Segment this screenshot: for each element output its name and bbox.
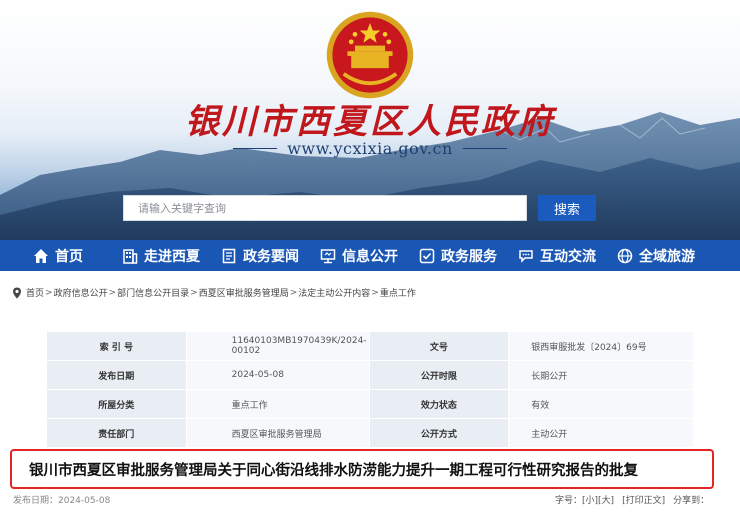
table-row: 索 引 号 11640103MB1970439K/2024-00102 文号 银… <box>46 331 694 361</box>
validity-status-value: 有效 <box>508 389 694 419</box>
location-pin-icon <box>13 287 21 298</box>
article-publish-date: 发布日期：2024-05-08 <box>13 496 111 506</box>
disclosure-method-label: 公开方式 <box>368 418 510 448</box>
breadcrumb-category[interactable]: 法定主动公开内容 <box>298 286 370 299</box>
validity-status-label: 效力状态 <box>368 389 510 419</box>
disclosure-method-value: 主动公开 <box>508 418 694 448</box>
font-size-label: 字号： <box>555 496 583 506</box>
document-info-table: 索 引 号 11640103MB1970439K/2024-00102 文号 银… <box>46 331 694 448</box>
breadcrumb-separator: > <box>108 287 117 298</box>
chat-icon <box>519 249 533 263</box>
building-icon <box>123 248 138 264</box>
breadcrumb-current[interactable]: 重点工作 <box>380 286 416 299</box>
responsible-dept-label: 责任部门 <box>46 418 187 448</box>
share-label: 分享到： <box>673 496 710 506</box>
index-number-label: 索 引 号 <box>46 331 187 361</box>
nav-item-news[interactable]: 政务要闻 <box>221 240 299 271</box>
search-box <box>123 195 527 221</box>
nav-item-label: 信息公开 <box>342 248 398 265</box>
info-icon <box>320 248 336 263</box>
divider-left <box>233 148 278 149</box>
article-title: 银川市西夏区审批服务管理局关于同心街沿线排水防涝能力提升一期工程可行性研究报告的… <box>29 462 638 479</box>
article-title-box: 银川市西夏区审批服务管理局关于同心街沿线排水防涝能力提升一期工程可行性研究报告的… <box>10 449 714 489</box>
font-large-button[interactable]: [大] <box>598 493 614 506</box>
nav-item-interaction[interactable]: 互动交流 <box>518 240 596 271</box>
print-button[interactable]: [打印正文] <box>622 493 665 506</box>
nav-item-label: 互动交流 <box>540 248 596 265</box>
doc-number-value: 银西审服批发〔2024〕69号 <box>508 331 694 361</box>
home-icon <box>34 248 48 263</box>
breadcrumb-dept-catalog[interactable]: 部门信息公开目录 <box>117 286 189 299</box>
news-icon <box>222 248 236 263</box>
breadcrumb-separator: > <box>190 287 198 298</box>
national-emblem-icon <box>326 11 414 99</box>
breadcrumb-department[interactable]: 西夏区审批服务管理局 <box>199 286 289 299</box>
nav-item-label: 走进西夏 <box>144 248 200 265</box>
site-url: www.ycxixia.gov.cn <box>287 139 453 158</box>
breadcrumb-separator: > <box>45 287 53 298</box>
category-value: 重点工作 <box>185 389 370 419</box>
doc-number-label: 文号 <box>368 331 510 361</box>
index-number-value: 11640103MB1970439K/2024-00102 <box>185 331 370 361</box>
nav-item-about[interactable]: 走进西夏 <box>122 240 200 271</box>
nav-item-label: 政务服务 <box>441 248 497 265</box>
nav-item-home[interactable]: 首页 <box>33 240 83 271</box>
responsible-dept-value: 西夏区审批服务管理局 <box>185 418 370 448</box>
disclosure-period-label: 公开时限 <box>368 360 510 390</box>
category-label: 所屋分类 <box>46 389 187 419</box>
search-input[interactable] <box>124 196 526 220</box>
breadcrumb-home[interactable]: 首页 <box>26 286 44 299</box>
main-nav: 首页 走进西夏 政务要闻 信息公开 政务服务 互动交流 全域旅游 <box>0 240 740 271</box>
service-icon <box>419 248 435 263</box>
publish-date-label: 发布日期 <box>46 360 187 390</box>
table-row: 发布日期 2024-05-08 公开时限 长期公开 <box>46 360 694 390</box>
breadcrumb-separator: > <box>371 287 379 298</box>
table-row: 所屋分类 重点工作 效力状态 有效 <box>46 389 694 419</box>
site-header: 银川市西夏区人民政府 www.ycxixia.gov.cn 搜索 <box>0 0 740 240</box>
nav-item-info-public[interactable]: 信息公开 <box>320 240 398 271</box>
nav-item-label: 首页 <box>55 248 83 265</box>
table-row: 责任部门 西夏区审批服务管理局 公开方式 主动公开 <box>46 418 694 448</box>
site-title: 银川市西夏区人民政府 <box>185 102 555 142</box>
breadcrumb-separator: > <box>289 287 298 298</box>
article-tools: 字号： [小] [大] [打印正文] 分享到： <box>555 493 709 506</box>
disclosure-period-value: 长期公开 <box>508 360 694 390</box>
breadcrumb: 首页 > 政府信息公开 > 部门信息公开目录 > 西夏区审批服务管理局 > 法定… <box>12 286 416 299</box>
font-small-button[interactable]: [小] <box>582 493 598 506</box>
breadcrumb-gov-info[interactable]: 政府信息公开 <box>54 286 108 299</box>
nav-item-tourism[interactable]: 全域旅游 <box>617 240 695 271</box>
publish-date-value: 2024-05-08 <box>185 360 370 390</box>
nav-item-label: 政务要闻 <box>243 248 299 265</box>
site-url-row: www.ycxixia.gov.cn <box>0 139 740 158</box>
nav-item-label: 全域旅游 <box>639 248 695 265</box>
globe-icon <box>617 248 633 263</box>
divider-right <box>462 148 507 149</box>
nav-item-services[interactable]: 政务服务 <box>419 240 497 271</box>
search-button[interactable]: 搜索 <box>538 195 596 221</box>
